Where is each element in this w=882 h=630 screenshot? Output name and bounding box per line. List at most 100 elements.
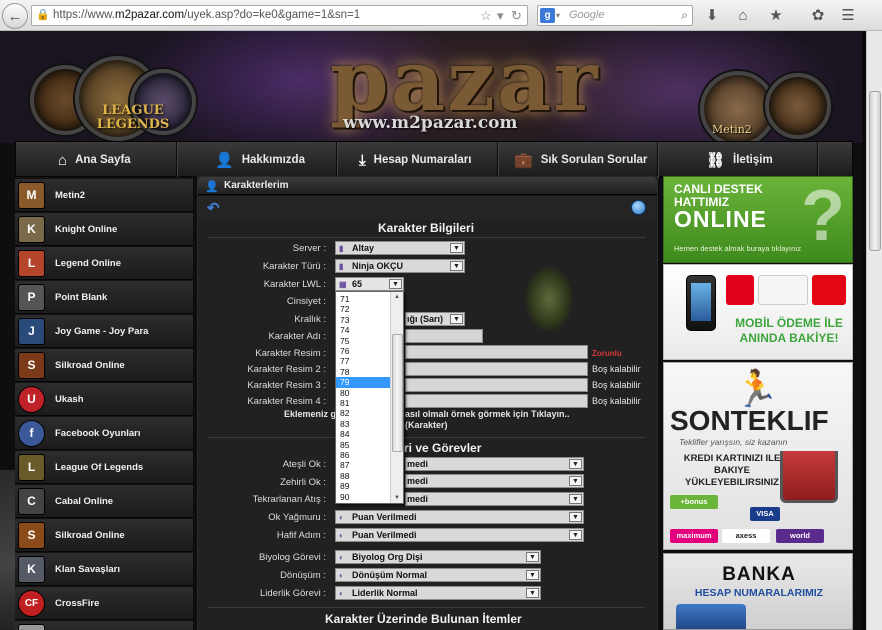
skill-select[interactable]: ◐ Puan Verilmedi ▼ bbox=[335, 528, 584, 542]
operator-logo bbox=[758, 275, 808, 305]
nav-accounts[interactable]: ⤓ Hesap Numaraları bbox=[337, 142, 498, 178]
image4-input[interactable] bbox=[405, 394, 588, 408]
mobile-payment-ad[interactable]: MOBİL ÖDEME İLE ANINDA BAKİYE! bbox=[663, 264, 853, 360]
nav-about[interactable]: 👤 Hakkımızda bbox=[177, 142, 337, 178]
reload-icon[interactable]: ↻ bbox=[511, 6, 522, 25]
dropdown-option[interactable]: 80 bbox=[336, 388, 391, 398]
dropdown-option[interactable]: 77 bbox=[336, 356, 391, 366]
dropdown-option[interactable]: 74 bbox=[336, 325, 391, 335]
dropdown-option[interactable]: 89 bbox=[336, 481, 391, 491]
addon-icon[interactable]: ✿ bbox=[806, 4, 830, 26]
sidebar-item-ukash[interactable]: U Ukash bbox=[15, 383, 193, 416]
image2-input[interactable] bbox=[405, 362, 588, 376]
dropdown-scrollbar[interactable]: ▲ ▼ bbox=[390, 292, 403, 503]
select-leading-icon: ◐ bbox=[339, 553, 344, 562]
type-select[interactable]: ▮ Ninja OKÇU ▼ bbox=[335, 259, 465, 273]
game-thumb-icon: P bbox=[18, 283, 45, 311]
scroll-up-icon[interactable]: ▲ bbox=[391, 292, 403, 302]
engine-dropdown-icon[interactable]: ▾ bbox=[556, 6, 560, 25]
dropdown-option[interactable]: 86 bbox=[336, 450, 391, 460]
sidebar-item-cabal[interactable]: C Cabal Online bbox=[15, 485, 193, 518]
dropdown-option[interactable]: 73 bbox=[336, 315, 391, 325]
dropdown-option[interactable]: 76 bbox=[336, 346, 391, 356]
quest-select[interactable]: ◐ Liderlik Normal ▼ bbox=[335, 586, 541, 600]
home-icon[interactable]: ⌂ bbox=[731, 4, 755, 26]
sidebar-item-metin2[interactable]: M Metin2 bbox=[15, 179, 193, 212]
skill-value: Puan Verilmedi bbox=[352, 530, 417, 540]
globe-icon[interactable] bbox=[631, 200, 646, 215]
level-dropdown-list[interactable]: 71 72 73 74 75 76 77 78 79 80 81 82 83 84 85 86 87 88 89 90… bbox=[335, 291, 404, 504]
search-input[interactable]: g ▾ Google ⌕ bbox=[537, 5, 693, 26]
dropdown-option[interactable]: 90 bbox=[336, 492, 391, 502]
card-logo: +bonus bbox=[670, 495, 718, 509]
skill-select[interactable]: medi ▼ bbox=[405, 474, 584, 488]
skill-select[interactable]: ◐ Puan Verilmedi ▼ bbox=[335, 510, 584, 524]
server-select[interactable]: ▮ Altay ▼ bbox=[335, 241, 465, 255]
dropdown-option[interactable]: 79 bbox=[336, 377, 391, 388]
sidebar-item-label: CrossFire bbox=[55, 597, 100, 609]
dropdown-option[interactable]: 85 bbox=[336, 440, 391, 450]
sidebar-item-silkroad[interactable]: S Silkroad Online bbox=[15, 349, 193, 382]
dropdown-option[interactable]: 78 bbox=[336, 367, 391, 377]
dropdown-option[interactable]: 72 bbox=[336, 304, 391, 314]
scroll-down-icon[interactable]: ▼ bbox=[391, 493, 403, 503]
sidebar-item-joy-game[interactable]: J Joy Game - Joy Para bbox=[15, 315, 193, 348]
sidebar-item-point-blank[interactable]: P Point Blank bbox=[15, 281, 193, 314]
dropdown-option[interactable]: 82 bbox=[336, 408, 391, 418]
level-select[interactable]: ▦ 65 ▼ bbox=[335, 277, 404, 291]
menu-icon[interactable]: ☰ bbox=[836, 4, 860, 26]
image2-label: Karakter Resim 2 : bbox=[247, 364, 326, 375]
bank-accounts-ad[interactable]: BANKA HESAP NUMARALARIMIZ bbox=[663, 553, 853, 630]
sidebar-item-silkroad-2[interactable]: S Silkroad Online bbox=[15, 519, 193, 552]
back-icon[interactable]: ↶ bbox=[207, 199, 220, 217]
dropdown-option[interactable]: 84 bbox=[336, 429, 391, 439]
kingdom-select[interactable]: ığı (Sarı) ▼ bbox=[405, 312, 465, 326]
sidebar-item-facebook[interactable]: f Facebook Oyunları bbox=[15, 417, 193, 450]
dropdown-arrow-icon[interactable]: ▾ bbox=[497, 6, 504, 25]
skill-value: medi bbox=[407, 476, 429, 486]
skill-select[interactable]: medi ▼ bbox=[405, 457, 584, 471]
game-thumb-icon: S bbox=[18, 351, 45, 379]
nav-faq[interactable]: 💼 Sık Sorulan Sorular bbox=[498, 142, 658, 178]
sidebar-item-more[interactable] bbox=[15, 621, 193, 630]
dropdown-option[interactable]: 88 bbox=[336, 471, 391, 481]
download-icon[interactable]: ⬇ bbox=[700, 4, 724, 26]
main-navigation: ⌂ Ana Sayfa 👤 Hakkımızda ⤓ Hesap Numaraları… bbox=[15, 141, 853, 178]
sidebar-item-klan[interactable]: K Klan Savaşları bbox=[15, 553, 193, 586]
address-bar[interactable]: 🔒 https://www.m2pazar.com/uyek.asp?do=ke… bbox=[31, 5, 528, 26]
name-input[interactable] bbox=[405, 329, 483, 343]
card-logo: world bbox=[776, 529, 824, 543]
nav-contact[interactable]: ⛓ İletişim bbox=[658, 142, 818, 178]
operator-logo bbox=[726, 275, 754, 305]
dropdown-option[interactable]: 75 bbox=[336, 336, 391, 346]
back-button[interactable]: ← bbox=[2, 3, 28, 29]
character-portrait bbox=[508, 244, 590, 344]
sidebar-item-crossfire[interactable]: CF CrossFire bbox=[15, 587, 193, 620]
chevron-down-icon: ▼ bbox=[389, 279, 402, 289]
image1-input[interactable] bbox=[405, 345, 588, 359]
sidebar-item-lol[interactable]: L League Of Legends bbox=[15, 451, 193, 484]
image3-input[interactable] bbox=[405, 378, 588, 392]
sidebar-item-knight-online[interactable]: K Knight Online bbox=[15, 213, 193, 246]
hint-link[interactable]: asıl olmalı örnek görmek için Tıklayın.. bbox=[405, 409, 570, 419]
dropdown-option[interactable]: 83 bbox=[336, 419, 391, 429]
page-scrollbar[interactable] bbox=[866, 31, 882, 630]
live-support-ad[interactable]: CANLI DESTEK HATTIMIZ ONLINE Hemen deste… bbox=[663, 176, 853, 263]
quest-select[interactable]: ◐ Dönüşüm Normal ▼ bbox=[335, 568, 541, 582]
sidebar-item-legend-online[interactable]: L Legend Online bbox=[15, 247, 193, 280]
dropdown-option[interactable]: 81 bbox=[336, 398, 391, 408]
skill-select[interactable]: medi ▼ bbox=[405, 492, 584, 506]
scroll-thumb[interactable] bbox=[392, 334, 403, 452]
sonteklif-ad[interactable]: 🏃 SONTEKLIF Teklifler yarışsın, siz kaza… bbox=[663, 362, 853, 550]
dropdown-option[interactable]: 87 bbox=[336, 460, 391, 470]
scroll-thumb[interactable] bbox=[869, 91, 881, 251]
search-icon[interactable]: ⌕ bbox=[681, 6, 688, 25]
game-sidebar: M Metin2 K Knight Online L Legend Online PP… bbox=[15, 177, 193, 630]
dropdown-option[interactable]: 71 bbox=[336, 294, 391, 304]
type-value: Ninja OKÇU bbox=[352, 261, 404, 271]
bookmarks-icon[interactable]: ★ bbox=[764, 4, 788, 26]
gender-label: Cinsiyet : bbox=[286, 296, 326, 307]
quest-select[interactable]: ◐ Biyolog Org Dişi ▼ bbox=[335, 550, 541, 564]
nav-home[interactable]: ⌂ Ana Sayfa bbox=[16, 142, 177, 178]
bookmark-star-icon[interactable]: ☆ bbox=[480, 6, 492, 25]
